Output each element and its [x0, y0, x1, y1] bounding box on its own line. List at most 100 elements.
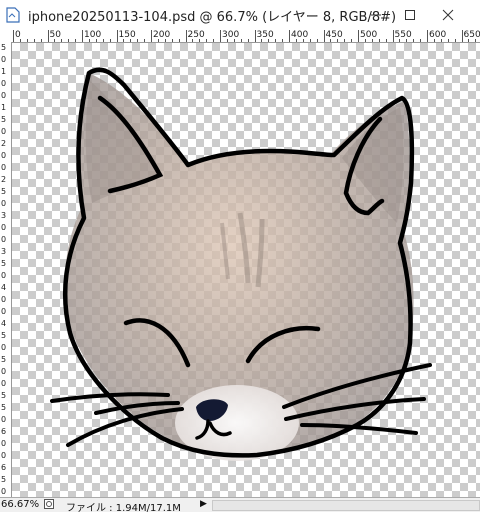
ruler-minor-tick: [234, 39, 235, 42]
status-bar: 66.67% ファイル : 1.94M/17.1M ▶: [0, 497, 480, 512]
ruler-left-label: 0: [1, 368, 9, 376]
cat-face-drawing: [12, 43, 480, 497]
ruler-major-tick: [13, 30, 14, 42]
ruler-minor-tick: [165, 39, 166, 42]
ruler-minor-tick: [96, 39, 97, 42]
ruler-major-tick: [393, 30, 394, 42]
ruler-major-tick: [289, 30, 290, 42]
ruler-left-label: 0: [1, 272, 9, 280]
title-bar: iphone20250113-104.psd @ 66.7% (レイヤー 8, …: [0, 0, 480, 31]
ruler-minor-tick: [192, 39, 193, 42]
ruler-left-label: 5: [1, 332, 9, 340]
ruler-left-label: 0: [1, 56, 9, 64]
ruler-left-label: 4: [1, 284, 9, 292]
ruler-left-label: 0: [1, 236, 9, 244]
ruler-minor-tick: [475, 39, 476, 42]
ruler-top-label: 550: [395, 30, 412, 40]
left-ruler[interactable]: 50100150200250300350400450500550600650: [0, 42, 12, 497]
file-size-info[interactable]: ファイル : 1.94M/17.1M: [66, 499, 181, 514]
ruler-left-label: 0: [1, 152, 9, 160]
ruler-minor-tick: [241, 39, 242, 42]
ruler-minor-tick: [379, 39, 380, 42]
ruler-left-label: 5: [1, 260, 9, 268]
maximize-icon: [404, 9, 416, 21]
ruler-major-tick: [358, 30, 359, 42]
ruler-minor-tick: [399, 39, 400, 42]
ruler-left-label: 0: [1, 344, 9, 352]
ruler-minor-tick: [365, 39, 366, 42]
ruler-minor-tick: [406, 39, 407, 42]
ruler-minor-tick: [296, 39, 297, 42]
zoom-level[interactable]: 66.67%: [1, 499, 39, 510]
ruler-left-label: 0: [1, 224, 9, 232]
ruler-minor-tick: [61, 39, 62, 42]
ruler-left-label: 0: [1, 80, 9, 88]
ruler-left-label: 3: [1, 212, 9, 220]
ruler-left-label: 2: [1, 140, 9, 148]
ruler-minor-tick: [275, 39, 276, 42]
ruler-minor-tick: [199, 39, 200, 42]
ruler-minor-tick: [227, 39, 228, 42]
ruler-minor-tick: [434, 39, 435, 42]
ruler-minor-tick: [137, 39, 138, 42]
ruler-minor-tick: [261, 39, 262, 42]
ruler-minor-tick: [330, 39, 331, 42]
ruler-minor-tick: [144, 39, 145, 42]
ruler-top-label: 350: [257, 30, 274, 40]
ruler-minor-tick: [268, 39, 269, 42]
ruler-minor-tick: [337, 39, 338, 42]
ruler-left-label: 4: [1, 320, 9, 328]
ruler-minor-tick: [89, 39, 90, 42]
horizontal-scrollbar[interactable]: [212, 500, 480, 511]
ruler-top-label: 300: [222, 30, 239, 40]
ruler-left-label: 0: [1, 380, 9, 388]
ruler-top-label: 400: [291, 30, 308, 40]
ruler-left-label: 0: [1, 164, 9, 172]
ruler-left-label: 0: [1, 200, 9, 208]
ruler-left-label: 1: [1, 68, 9, 76]
ruler-minor-tick: [317, 39, 318, 42]
minimize-button[interactable]: [358, 0, 394, 30]
ruler-top-label: 450: [326, 30, 343, 40]
ruler-minor-tick: [68, 39, 69, 42]
ruler-left-label: 0: [1, 452, 9, 460]
ruler-top-label: 150: [119, 30, 136, 40]
ruler-left-label: 6: [1, 428, 9, 436]
ruler-minor-tick: [54, 39, 55, 42]
document-canvas[interactable]: [12, 43, 480, 497]
ruler-left-label: 5: [1, 476, 9, 484]
ruler-major-tick: [151, 30, 152, 42]
ruler-minor-tick: [103, 39, 104, 42]
ruler-minor-tick: [455, 39, 456, 42]
close-button[interactable]: [430, 0, 466, 30]
ruler-minor-tick: [75, 39, 76, 42]
ruler-left-label: 0: [1, 416, 9, 424]
ruler-major-tick: [82, 30, 83, 42]
ruler-minor-tick: [282, 39, 283, 42]
top-ruler[interactable]: 050100150200250300350400450500550600650: [12, 30, 480, 43]
minimize-icon: [370, 9, 382, 21]
status-info-icon[interactable]: [44, 499, 54, 509]
ruler-left-label: 0: [1, 128, 9, 136]
ruler-minor-tick: [413, 39, 414, 42]
window-title: iphone20250113-104.psd @ 66.7% (レイヤー 8, …: [28, 6, 396, 25]
ruler-top-label: 100: [84, 30, 101, 40]
ruler-left-label: 5: [1, 404, 9, 412]
ruler-left-label: 0: [1, 308, 9, 316]
ruler-top-label: 500: [360, 30, 377, 40]
ruler-left-label: 6: [1, 464, 9, 472]
ruler-minor-tick: [468, 39, 469, 42]
maximize-button[interactable]: [392, 0, 428, 30]
ruler-minor-tick: [130, 39, 131, 42]
ruler-left-label: 0: [1, 296, 9, 304]
ruler-major-tick: [462, 30, 463, 42]
ruler-minor-tick: [158, 39, 159, 42]
ruler-top-label: 250: [188, 30, 205, 40]
status-menu-arrow-icon[interactable]: ▶: [200, 499, 207, 509]
ruler-minor-tick: [213, 39, 214, 42]
ruler-left-label: 0: [1, 92, 9, 100]
ruler-minor-tick: [420, 39, 421, 42]
ruler-top-label: 650: [464, 30, 480, 40]
ruler-major-tick: [220, 30, 221, 42]
ruler-minor-tick: [448, 39, 449, 42]
